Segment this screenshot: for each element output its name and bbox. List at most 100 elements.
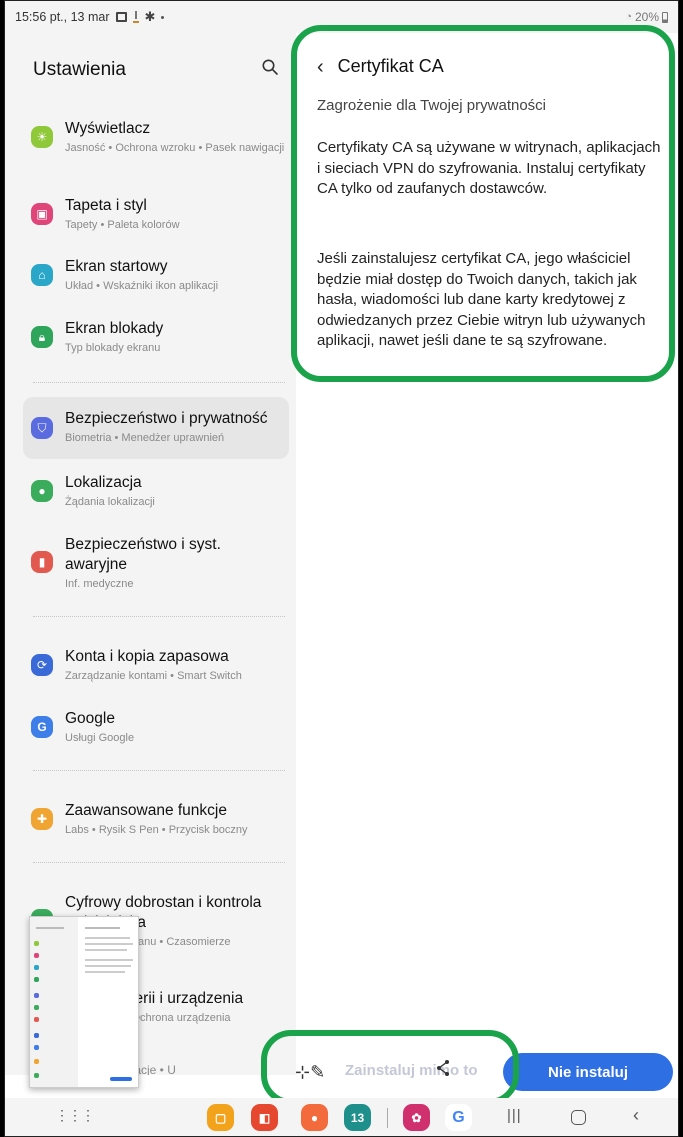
status-bar: 15:56 pt., 13 mar ✱ ◔ 20%: [5, 1, 678, 33]
settings-item-subtitle: Labs • Rysik S Pen • Przycisk boczny: [65, 824, 248, 836]
thumbnail-icon: [34, 993, 39, 998]
sync-icon: ⟳: [31, 654, 53, 676]
dock-divider: [387, 1108, 388, 1128]
advanced-features-icon: ✚: [31, 808, 53, 830]
settings-item-lock-screen[interactable]: 🔒︎ Ekran blokady Typ blokady ekranu: [23, 311, 289, 363]
settings-item-accounts-backup[interactable]: ⟳ Konta i kopia zapasowa Zarządzanie kon…: [23, 639, 289, 691]
settings-item-home-screen[interactable]: ⌂ Ekran startowy Układ • Wskaźniki ikon …: [23, 249, 289, 301]
warning-heading: Zagrożenie dla Twojej prywatności: [317, 97, 547, 114]
download-notification-icon: [132, 11, 139, 23]
gallery-notification-icon: [115, 12, 127, 22]
settings-item-title: Tapeta i styl: [65, 197, 147, 214]
thumbnail-line: [85, 965, 131, 967]
settings-item-title: Cyfrowy dobrostan i kontrola: [65, 894, 262, 911]
settings-item-advanced-features[interactable]: ✚ Zaawansowane funkcje Labs • Rysik S Pe…: [23, 793, 289, 845]
battery-percent: 20%: [634, 10, 659, 24]
detail-header: ‹ Certyfikat CA: [317, 56, 444, 77]
share-icon[interactable]: [435, 1059, 451, 1077]
thumbnail-icon: [34, 941, 39, 946]
emergency-icon: ▮: [31, 551, 53, 573]
settings-item-security-privacy[interactable]: ⛉ Bezpieczeństwo i prywatność Biometria …: [23, 397, 289, 459]
thumbnail-line: [85, 937, 130, 939]
settings-item-subtitle: Biometria • Menedżer uprawnień: [65, 432, 225, 444]
settings-item-subtitle: Typ blokady ekranu: [65, 342, 161, 354]
settings-item-title: Bezpieczeństwo i syst. awaryjne: [65, 536, 221, 573]
thumbnail-icon: [34, 1045, 39, 1050]
settings-item-subtitle: Inf. medyczne: [65, 578, 134, 590]
thumbnail-icon: [34, 1017, 39, 1022]
app-drawer-icon[interactable]: ⋮⋮⋮: [55, 1107, 95, 1124]
install-anyway-button[interactable]: Zainstaluj mimo to: [345, 1062, 478, 1079]
location-icon: ●: [31, 480, 53, 502]
shield-icon: ⛉: [31, 417, 53, 439]
app-window: 15:56 pt., 13 mar ✱ ◔ 20% Ustawienia ☀ W…: [4, 0, 679, 1137]
settings-item-title: Konta i kopia zapasowa: [65, 648, 229, 665]
google-icon: G: [31, 716, 53, 738]
settings-item-subtitle: Tapety • Paleta kolorów: [65, 219, 180, 231]
detail-title: Certyfikat CA: [337, 56, 444, 76]
settings-item-title: Ekran blokady: [65, 320, 164, 337]
more-notifications-icon: [161, 15, 165, 19]
page-title: Ustawienia: [33, 59, 126, 80]
google-app-icon[interactable]: G: [445, 1104, 472, 1131]
divider: [33, 770, 285, 771]
thumbnail-line: [85, 959, 133, 961]
settings-item-title: Google: [65, 710, 115, 727]
thumbnail-icon: [34, 1059, 39, 1064]
thumbnail-icon: [34, 965, 39, 970]
settings-item-display[interactable]: ☀ Wyświetlacz Jasność • Ochrona wzroku •…: [23, 111, 289, 163]
settings-item-safety-emergency[interactable]: ▮ Bezpieczeństwo i syst. awaryjne Inf. m…: [23, 527, 289, 599]
calendar-icon[interactable]: 13: [344, 1104, 371, 1131]
settings-item-google[interactable]: G Google Usługi Google: [23, 701, 289, 753]
lock-icon: 🔒︎: [31, 326, 53, 348]
settings-item-title: baterii i urządzenia: [113, 990, 244, 1007]
gallery-icon[interactable]: ✿: [403, 1104, 430, 1131]
back-arrow-icon[interactable]: ‹: [317, 57, 324, 77]
divider: [33, 616, 285, 617]
wallpaper-icon: ▣: [31, 203, 53, 225]
settings-item-subtitle: Usługi Google: [65, 732, 135, 744]
home-icon[interactable]: [571, 1110, 586, 1125]
thumbnail-line: [85, 943, 133, 945]
home-screen-icon: ⌂: [31, 264, 53, 286]
search-icon[interactable]: [261, 58, 279, 76]
settings-item-subtitle: Żądania lokalizacji: [65, 496, 155, 508]
recent-apps-icon[interactable]: |||: [507, 1107, 522, 1124]
dont-install-button[interactable]: Nie instaluj: [503, 1053, 673, 1091]
settings-item-subtitle: Układ • Wskaźniki ikon aplikacji: [65, 280, 219, 292]
wifi-icon: ◔: [625, 11, 632, 23]
thumbnail-line: [85, 927, 120, 929]
thumbnail-line: [85, 949, 127, 951]
status-time-date: 15:56 pt., 13 mar: [15, 10, 110, 24]
warning-paragraph-2: Jeśli zainstalujesz certyfikat CA, jego …: [317, 250, 646, 349]
screenshot-thumbnail[interactable]: [29, 916, 139, 1088]
settings-notification-icon: ✱: [144, 9, 156, 24]
battery-icon: [662, 11, 668, 23]
thumbnail-button: [110, 1077, 132, 1081]
thumbnail-line: [85, 971, 125, 973]
pin-edit-icon[interactable]: ⊹✎: [295, 1062, 325, 1083]
back-icon[interactable]: ‹: [633, 1105, 639, 1126]
settings-item-title: Zaawansowane funkcje: [65, 802, 227, 819]
settings-item-title: Wyświetlacz: [65, 120, 151, 137]
settings-item-subtitle: Jasność • Ochrona wzroku • Pasek nawigac…: [65, 142, 285, 154]
settings-item-title: Lokalizacja: [65, 474, 142, 491]
settings-item-title: Ekran startowy: [65, 258, 168, 275]
thumbnail-line: [36, 927, 64, 929]
thumbnail-icon: [34, 953, 39, 958]
thumbnail-icon: [34, 1033, 39, 1038]
warning-paragraph-1: Certyfikaty CA są używane w witrynach, a…: [317, 139, 661, 197]
contacts-icon[interactable]: ●: [301, 1104, 328, 1131]
divider: [33, 862, 285, 863]
thumbnail-icon: [34, 1005, 39, 1010]
navigation-bar: ⋮⋮⋮ ▢ ◧ ● 13 ✿ G ||| ‹: [5, 1098, 678, 1136]
thumbnail-icon: [34, 977, 39, 982]
divider: [33, 382, 285, 383]
settings-item-subtitle: Zarządzanie kontami • Smart Switch: [65, 670, 242, 682]
display-icon: ☀: [31, 126, 53, 148]
settings-item-title: Bezpieczeństwo i prywatność: [65, 410, 268, 427]
my-files-icon[interactable]: ▢: [207, 1104, 234, 1131]
settings-item-location[interactable]: ● Lokalizacja Żądania lokalizacji: [23, 465, 289, 517]
settings-item-wallpaper[interactable]: ▣ Tapeta i styl Tapety • Paleta kolorów: [23, 188, 289, 240]
notes-app-icon[interactable]: ◧: [251, 1104, 278, 1131]
